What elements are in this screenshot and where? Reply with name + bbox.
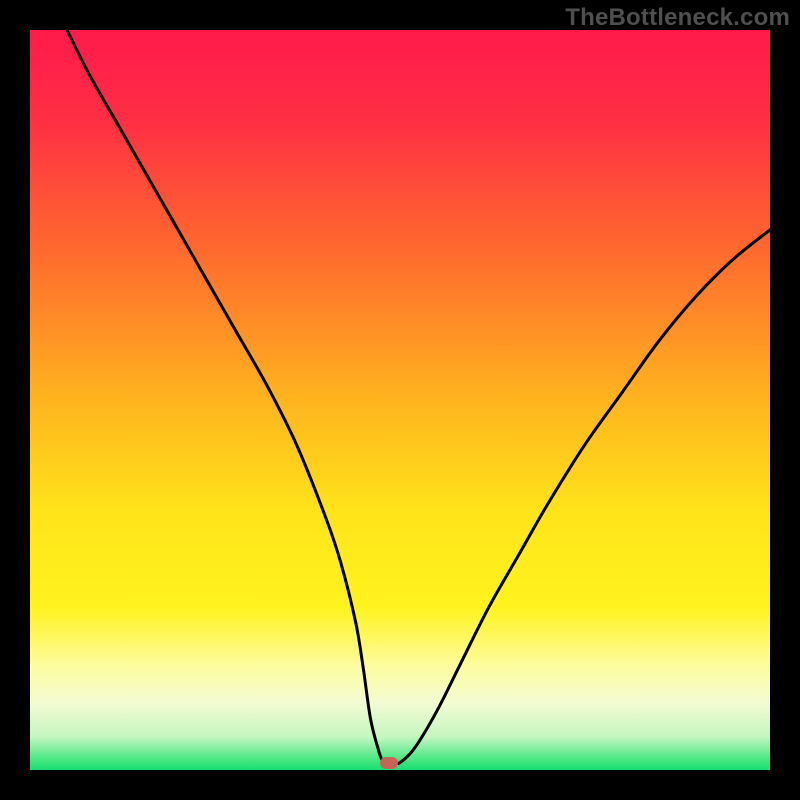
curve-layer: [30, 30, 770, 770]
watermark-text: TheBottleneck.com: [565, 4, 790, 32]
optimum-marker: [380, 757, 398, 769]
plot-area: [30, 30, 770, 770]
chart-frame: TheBottleneck.com: [0, 0, 800, 800]
bottleneck-curve: [67, 30, 770, 764]
